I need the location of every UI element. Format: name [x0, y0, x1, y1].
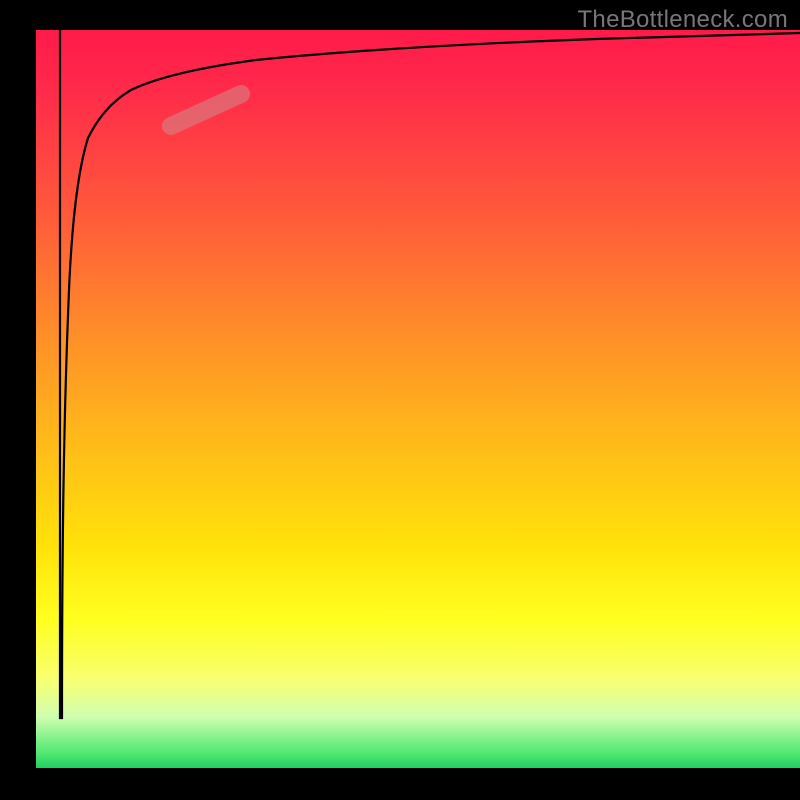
x-axis-band	[0, 768, 800, 800]
chart-area	[0, 30, 800, 768]
curve-svg	[36, 30, 800, 768]
watermark-text: TheBottleneck.com	[577, 6, 788, 34]
plot-gradient-background	[36, 30, 800, 768]
highlight-segment	[171, 94, 241, 126]
